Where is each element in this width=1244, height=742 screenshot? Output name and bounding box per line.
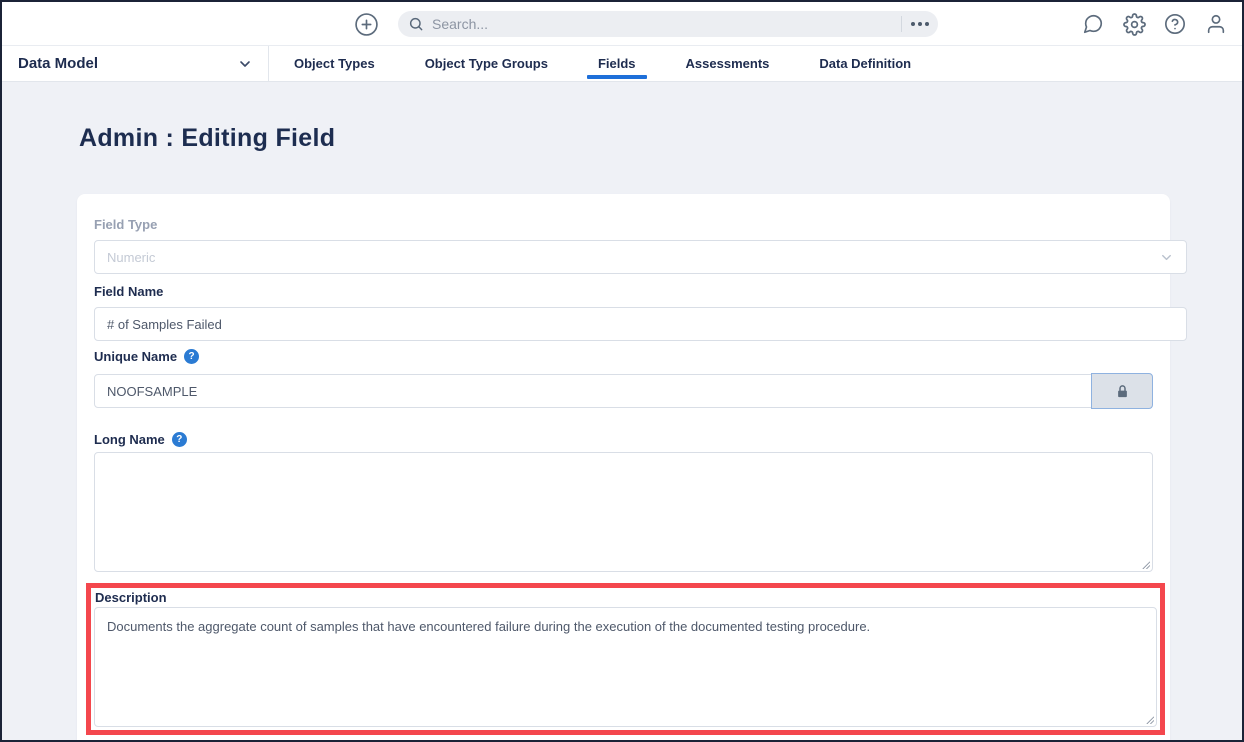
top-right-icons [1081, 2, 1228, 46]
description-textarea[interactable]: Documents the aggregate count of samples… [94, 607, 1157, 727]
page-title: Admin : Editing Field [79, 124, 336, 152]
edit-field-form-card: Field Type Numeric Field Name Unique Nam… [77, 194, 1187, 740]
more-options-icon[interactable] [902, 11, 938, 37]
create-new-icon[interactable] [353, 11, 379, 37]
long-name-label: Long Name [94, 432, 165, 447]
search-input[interactable] [424, 16, 901, 32]
page-content: Admin : Editing Field Field Type Numeric… [2, 82, 1242, 740]
unique-name-help-icon[interactable]: ? [184, 349, 200, 364]
field-name-label: Field Name [94, 284, 164, 299]
tab-fields[interactable]: Fields [573, 46, 661, 81]
module-dropdown[interactable]: Data Model [2, 46, 269, 81]
module-dropdown-label: Data Model [18, 55, 99, 72]
field-name-group: Field Name [94, 283, 1153, 301]
long-name-help-icon[interactable]: ? [171, 432, 187, 447]
help-circle-icon[interactable] [1163, 12, 1187, 36]
field-type-group: Field Type [94, 216, 1153, 234]
unique-name-input[interactable] [94, 374, 1092, 408]
tab-data-definition[interactable]: Data Definition [794, 46, 936, 81]
chevron-down-icon [237, 56, 253, 72]
nav-tabs: Object Types Object Type Groups Fields A… [269, 46, 936, 81]
tab-object-types[interactable]: Object Types [269, 46, 400, 81]
long-name-group: Long Name ? [94, 432, 1153, 447]
field-type-select[interactable]: Numeric [94, 240, 1187, 274]
long-name-textarea[interactable] [94, 452, 1153, 572]
long-name-wrap [94, 452, 1153, 577]
lock-icon [1115, 384, 1130, 399]
chat-bubble-icon[interactable] [1081, 12, 1105, 36]
user-icon[interactable] [1204, 12, 1228, 36]
field-name-input[interactable] [94, 307, 1187, 341]
unique-name-label: Unique Name [94, 349, 178, 364]
tab-assessments[interactable]: Assessments [661, 46, 795, 81]
field-type-label: Field Type [94, 217, 158, 232]
description-wrap: Documents the aggregate count of samples… [94, 607, 1157, 732]
gear-icon[interactable] [1122, 12, 1146, 36]
unique-name-input-group [94, 373, 1153, 409]
chevron-down-icon [1159, 250, 1174, 265]
lock-button[interactable] [1091, 373, 1153, 409]
field-type-value: Numeric [107, 249, 156, 265]
description-highlight-box: Description Documents the aggregate coun… [86, 583, 1165, 735]
search-icon [408, 16, 424, 32]
top-bar [2, 2, 1242, 46]
module-nav-bar: Data Model Object Types Object Type Grou… [2, 46, 1242, 82]
description-label: Description [95, 590, 167, 605]
tab-object-type-groups[interactable]: Object Type Groups [400, 46, 573, 81]
global-search-bar [398, 11, 938, 37]
unique-name-group: Unique Name ? [94, 349, 1153, 364]
